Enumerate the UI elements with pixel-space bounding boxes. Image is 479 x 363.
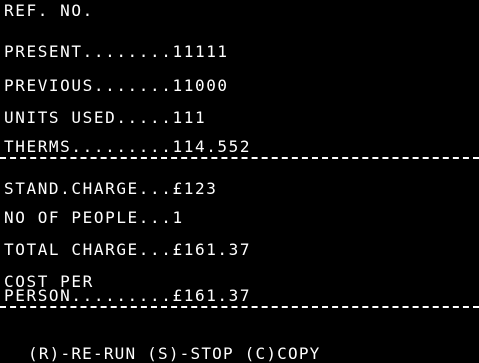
units-used: UNITS USED.....111 [4,108,207,127]
ref-no-label: REF. NO. [4,1,94,20]
terminal-screen: REF. NO. PRESENT........11111 PREVIOUS..… [0,0,479,363]
present-reading: PRESENT........11111 [4,42,229,61]
command-prompt: (R)-RE-RUN (S)-STOP (C)COPY [28,344,321,363]
total-charge: TOTAL CHARGE...£161.37 [4,240,252,259]
therms: THERMS.........114.552 [4,137,252,156]
separator-line [0,157,479,159]
no-of-people: NO OF PEOPLE...1 [4,208,184,227]
separator-line [0,306,479,308]
cost-per-person: PERSON.........£161.37 [4,286,252,305]
previous-reading: PREVIOUS.......11000 [4,76,229,95]
stand-charge: STAND.CHARGE...£123 [4,179,218,198]
